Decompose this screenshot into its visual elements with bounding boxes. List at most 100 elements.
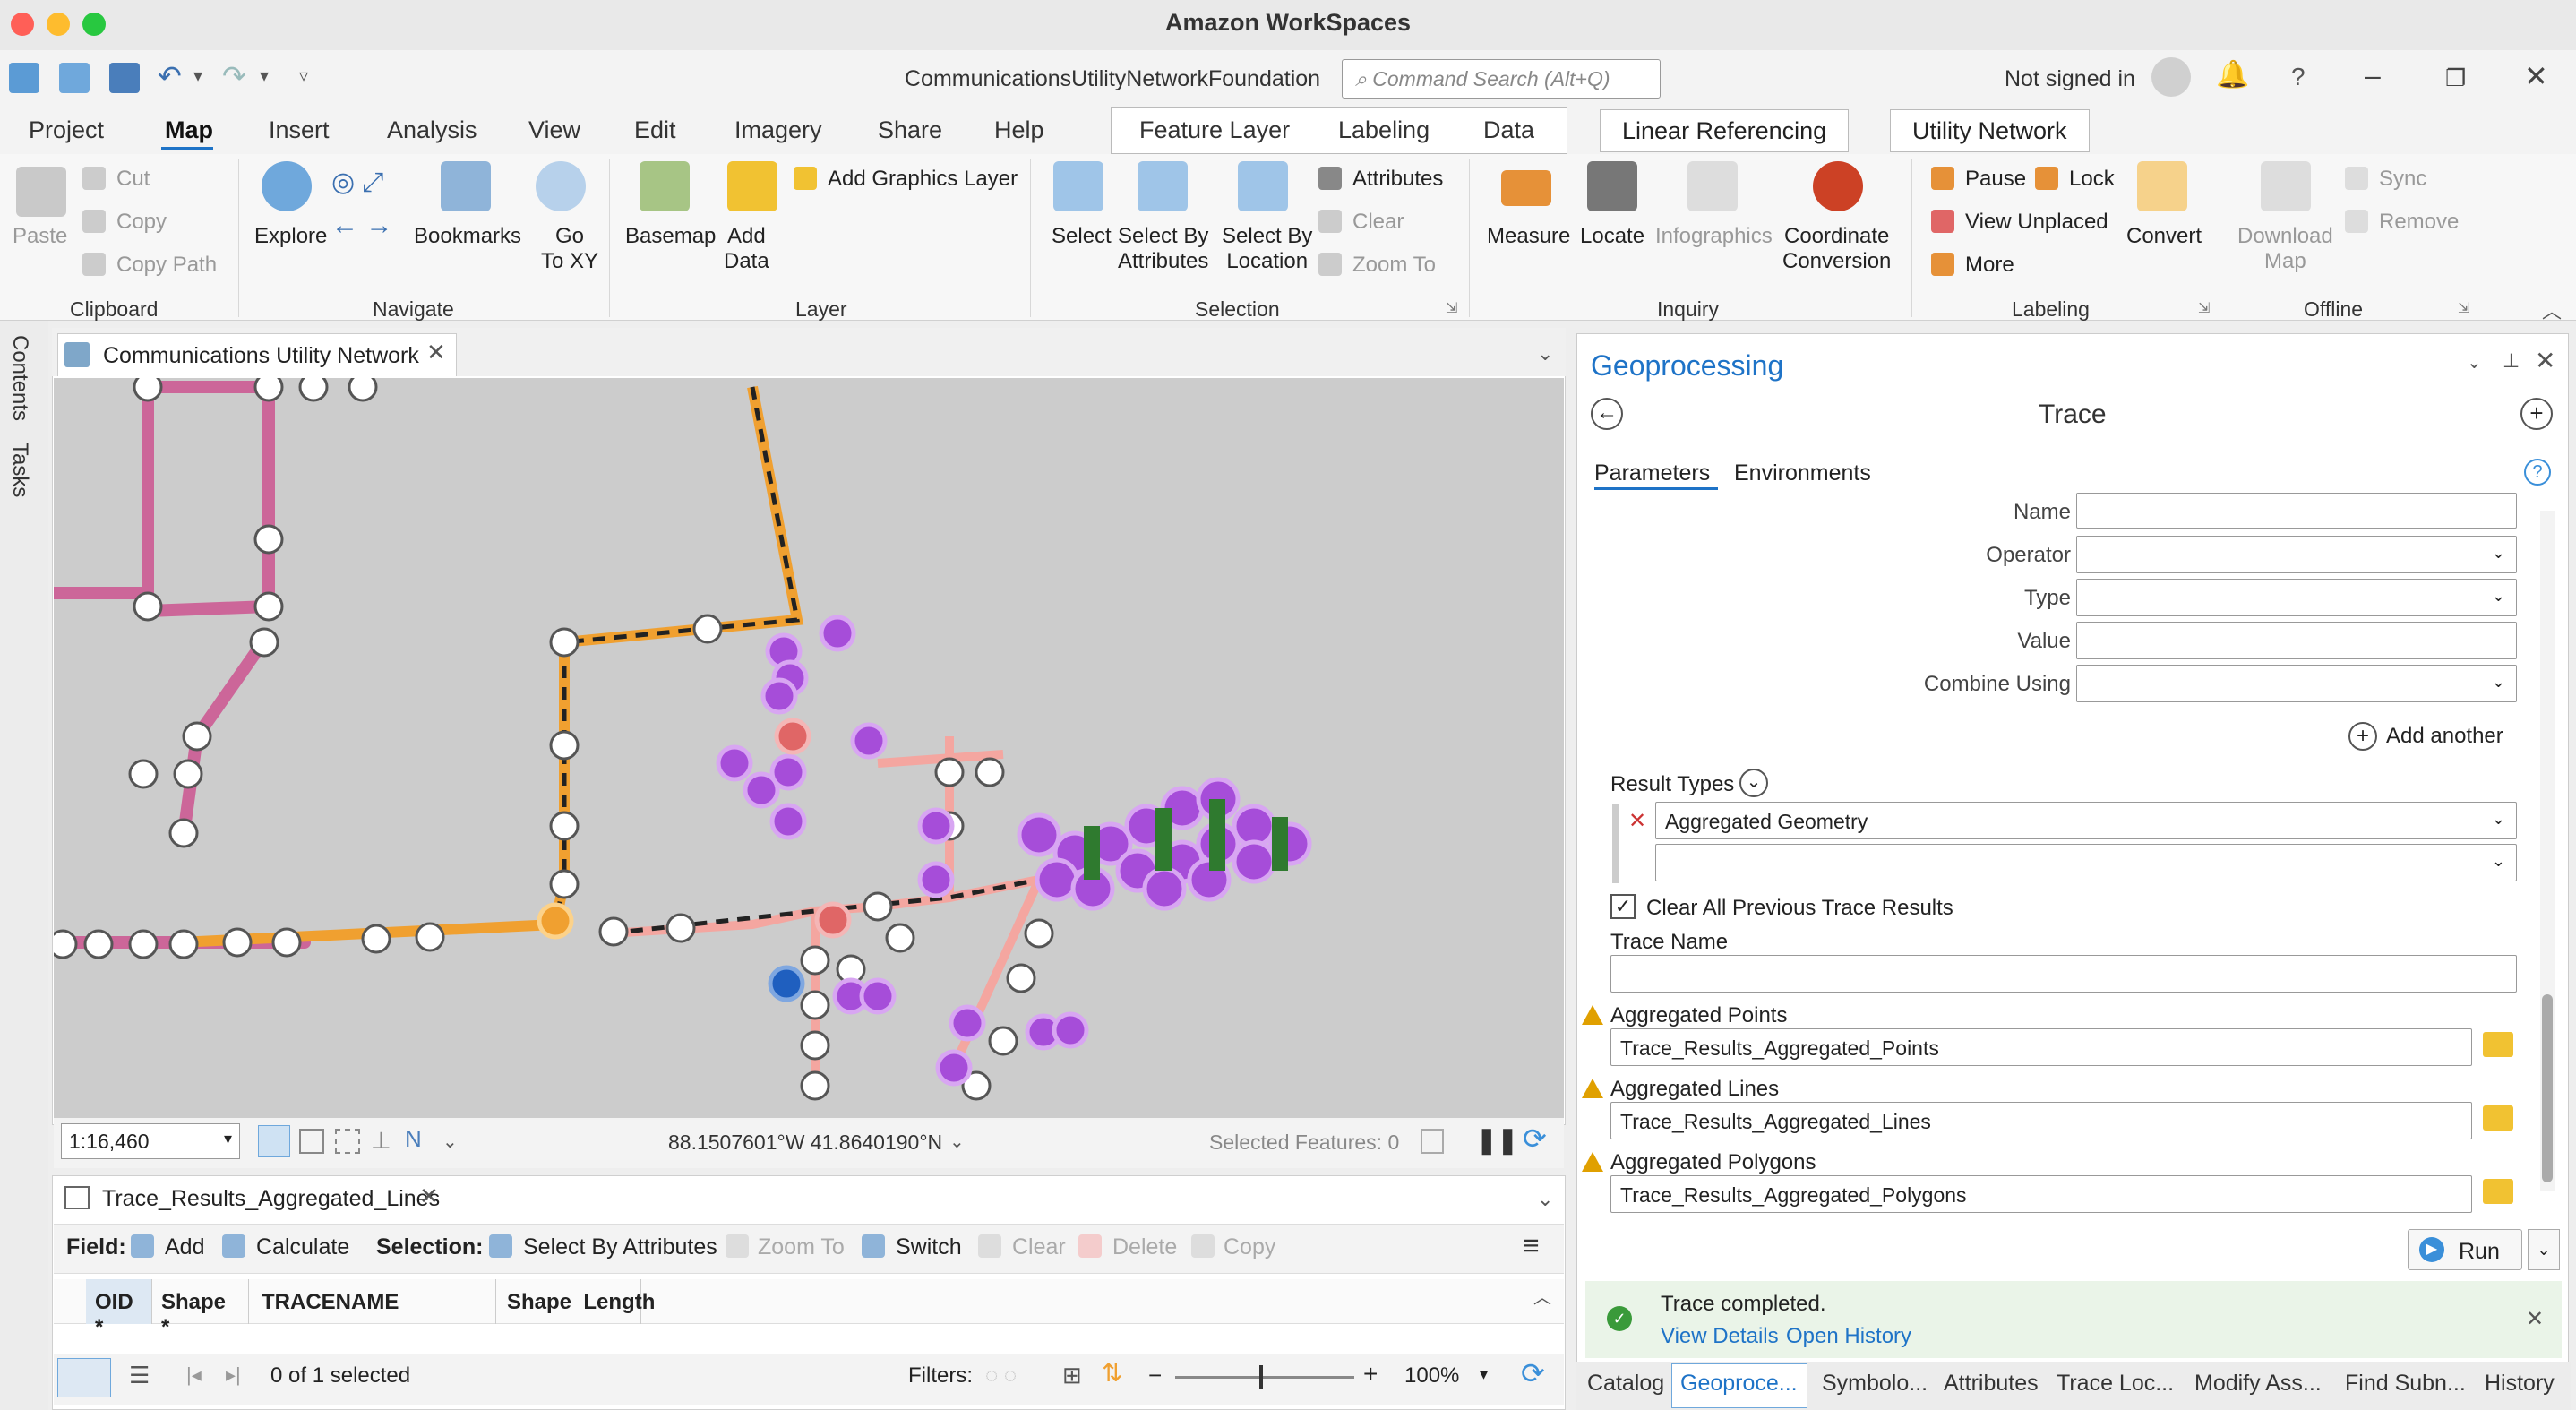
collapse-ribbon-icon[interactable]: ︿ <box>2542 296 2562 324</box>
column-header-oid[interactable]: OID * <box>86 1279 152 1339</box>
switch-selection-button[interactable]: Switch <box>896 1234 962 1260</box>
redo-icon[interactable]: ↷ <box>222 59 246 93</box>
sort-icon[interactable]: ⇅ <box>1102 1358 1122 1388</box>
selection-launcher-icon[interactable]: ⇲ <box>1446 299 1457 317</box>
convert-labels-button[interactable]: Convert <box>2126 224 2202 249</box>
zoom-to-table-button[interactable]: Zoom To <box>758 1234 845 1260</box>
aggregated-lines-input[interactable]: Trace_Results_Aggregated_Lines <box>1610 1102 2472 1139</box>
basemap-button[interactable]: Basemap <box>625 224 716 249</box>
previous-record-icon[interactable]: |◂ <box>186 1363 202 1387</box>
north-arrow-icon[interactable]: N <box>405 1125 422 1153</box>
status-options-chevron-icon[interactable]: ⌄ <box>442 1131 458 1153</box>
browse-lines-folder-icon[interactable] <box>2483 1105 2513 1131</box>
remove-result-type-icon[interactable]: ✕ <box>1628 808 1646 834</box>
go-to-xy-button[interactable]: Go To XY <box>541 224 598 274</box>
tab-labeling[interactable]: Labeling <box>1338 116 1430 144</box>
select-by-attributes-table-button[interactable]: Select By Attributes <box>523 1234 717 1260</box>
name-dropdown[interactable] <box>2076 493 2517 529</box>
tab-map[interactable]: Map <box>165 116 213 144</box>
measure-button[interactable]: Measure <box>1487 224 1570 249</box>
close-pane-icon[interactable]: ✕ <box>2535 346 2555 375</box>
tab-trace-locations[interactable]: Trace Loc... <box>2057 1371 2174 1397</box>
add-data-button[interactable]: Add Data <box>724 224 769 274</box>
lock-labels-button[interactable]: Lock <box>2069 167 2115 192</box>
delete-rows-button[interactable]: Delete <box>1112 1234 1177 1260</box>
show-all-records-icon[interactable] <box>57 1358 111 1397</box>
undo-icon[interactable]: ↶ <box>158 59 182 93</box>
copy-button[interactable]: Copy <box>116 210 167 235</box>
coordinate-conversion-button[interactable]: Coordinate Conversion <box>1782 224 1891 274</box>
sign-in-status[interactable]: Not signed in <box>2005 66 2135 92</box>
scale-dropdown[interactable]: 1:16,460 ▾ <box>61 1123 240 1159</box>
save-project-icon[interactable] <box>109 63 140 93</box>
add-field-button[interactable]: Add <box>165 1234 204 1260</box>
fixed-zoom-icon[interactable] <box>258 1125 290 1157</box>
new-project-icon[interactable] <box>9 63 39 93</box>
sync-button[interactable]: Sync <box>2379 167 2426 192</box>
tab-geoprocessing[interactable]: Geoproce... <box>1680 1371 1798 1397</box>
show-selected-records-icon[interactable]: ☰ <box>129 1362 150 1389</box>
refresh-table-icon[interactable] <box>1421 1129 1444 1154</box>
tab-linear-referencing[interactable]: Linear Referencing <box>1600 109 1850 152</box>
clear-table-selection-button[interactable]: Clear <box>1012 1234 1066 1260</box>
tab-data[interactable]: Data <box>1483 116 1534 144</box>
tab-environments[interactable]: Environments <box>1734 460 1871 486</box>
labeling-launcher-icon[interactable]: ⇲ <box>2198 299 2210 317</box>
run-options-chevron-icon[interactable]: ⌄ <box>2528 1229 2560 1270</box>
minimize-button[interactable]: – <box>2365 59 2381 92</box>
table-zoom-slider[interactable] <box>1175 1376 1354 1379</box>
paste-button[interactable]: Paste <box>13 224 67 249</box>
more-labeling-button[interactable]: More <box>1965 253 2014 278</box>
table-tab[interactable]: Trace_Results_Aggregated_Lines <box>57 1179 451 1218</box>
explore-button[interactable]: Explore <box>254 224 327 249</box>
table-scroll-up-icon[interactable]: ︿ <box>1533 1283 1551 1309</box>
tab-edit[interactable]: Edit <box>634 116 676 144</box>
grid-icon[interactable] <box>299 1129 324 1154</box>
pane-options-chevron-icon[interactable]: ⌄ <box>2467 351 2482 374</box>
tab-view[interactable]: View <box>528 116 580 144</box>
tab-feature-layer[interactable]: Feature Layer <box>1139 116 1290 144</box>
open-project-icon[interactable] <box>59 63 90 93</box>
restore-button[interactable]: ❐ <box>2445 64 2466 92</box>
copy-path-button[interactable]: Copy Path <box>116 253 217 278</box>
tab-symbology[interactable]: Symbolo... <box>1822 1371 1928 1397</box>
type-dropdown[interactable]: ⌄ <box>2076 579 2517 616</box>
attributes-button[interactable]: Attributes <box>1352 167 1443 192</box>
map-canvas[interactable] <box>54 378 1564 1118</box>
clear-previous-checkbox[interactable]: ✓ <box>1610 894 1636 919</box>
select-by-location-button[interactable]: Select By Location <box>1222 224 1312 274</box>
coordinate-format-chevron-icon[interactable]: ⌄ <box>949 1131 965 1153</box>
parameters-scrollbar-thumb[interactable] <box>2542 994 2553 1182</box>
browse-points-folder-icon[interactable] <box>2483 1032 2513 1057</box>
tab-help[interactable]: Help <box>994 116 1044 144</box>
user-avatar[interactable] <box>2151 57 2191 97</box>
tab-project[interactable]: Project <box>29 116 104 144</box>
dismiss-status-icon[interactable]: ✕ <box>2526 1306 2544 1332</box>
clear-selection-button[interactable]: Clear <box>1352 210 1404 235</box>
run-button[interactable]: ▶ Run <box>2408 1229 2522 1270</box>
add-tool-icon[interactable]: + <box>2520 398 2553 430</box>
offline-launcher-icon[interactable]: ⇲ <box>2458 299 2469 317</box>
map-tab[interactable]: Communications Utility Network <box>57 333 457 376</box>
remove-offline-button[interactable]: Remove <box>2379 210 2459 235</box>
filter-table-icon[interactable]: ⊞ <box>1062 1362 1082 1389</box>
contents-tab[interactable]: Contents <box>7 335 32 421</box>
tab-modify-associations[interactable]: Modify Ass... <box>2194 1371 2322 1397</box>
combine-using-dropdown[interactable]: ⌄ <box>2076 665 2517 702</box>
table-zoom-level[interactable]: 100% <box>1404 1363 1459 1389</box>
calculate-field-button[interactable]: Calculate <box>256 1234 349 1260</box>
tab-find-subnetworks[interactable]: Find Subn... <box>2345 1371 2466 1397</box>
value-input[interactable] <box>2076 622 2517 659</box>
pin-pane-icon[interactable]: ⊥ <box>2503 349 2520 373</box>
help-icon[interactable]: ? <box>2291 63 2306 91</box>
aggregated-points-input[interactable]: Trace_Results_Aggregated_Points <box>1610 1028 2472 1066</box>
tab-analysis[interactable]: Analysis <box>387 116 477 144</box>
zoom-out-icon[interactable]: − <box>1148 1362 1162 1389</box>
zoom-level-chevron-icon[interactable]: ▾ <box>1480 1365 1488 1384</box>
tasks-tab[interactable]: Tasks <box>7 443 32 497</box>
undo-dropdown-icon[interactable]: ▾ <box>193 64 202 87</box>
column-header-shape-length[interactable]: Shape_Length <box>498 1279 655 1324</box>
refresh-table-data-icon[interactable]: ⟳ <box>1521 1356 1545 1390</box>
open-history-link[interactable]: Open History <box>1786 1324 1911 1349</box>
select-by-attributes-button[interactable]: Select By Attributes <box>1118 224 1208 274</box>
